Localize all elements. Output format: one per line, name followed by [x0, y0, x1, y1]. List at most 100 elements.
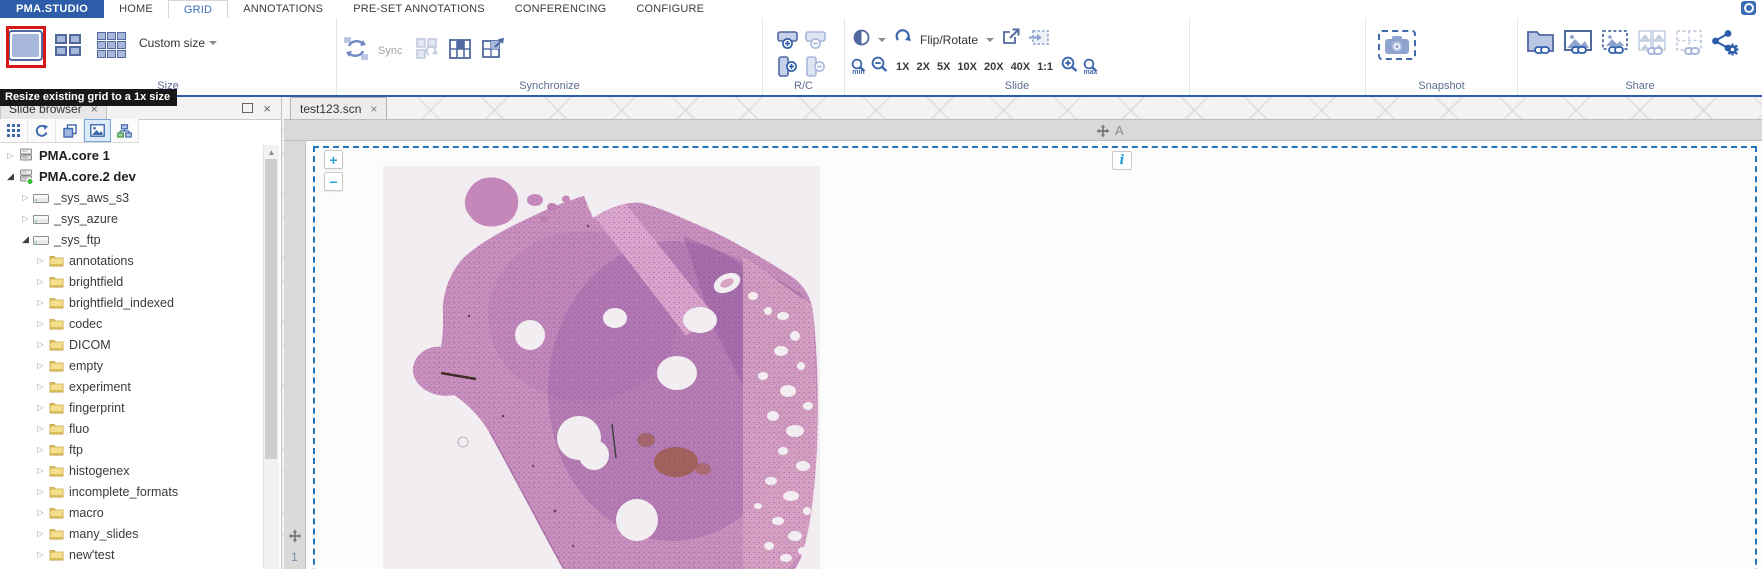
tree-item-empty[interactable]: ▷empty — [0, 355, 263, 376]
expand-arrow-icon[interactable]: ▷ — [34, 445, 47, 454]
expand-arrow-icon[interactable]: ▷ — [34, 298, 47, 307]
expand-arrow-icon[interactable]: ▷ — [19, 214, 32, 223]
close-icon[interactable]: × — [370, 103, 377, 115]
zoom-level-1-1[interactable]: 1:1 — [1037, 61, 1053, 73]
move-icon[interactable] — [288, 529, 302, 543]
zoom-out-button[interactable] — [871, 56, 888, 77]
share-gear-icon[interactable] — [1711, 29, 1739, 61]
zoom-level-5x[interactable]: 5X — [937, 61, 950, 73]
expand-arrow-icon[interactable]: ▷ — [34, 340, 47, 349]
tree-item-new-test[interactable]: ▷new'test — [0, 544, 263, 565]
tab-pma-studio[interactable]: PMA.STUDIO — [0, 0, 104, 18]
grid-3x3-button[interactable] — [92, 26, 130, 64]
tree-item-codec[interactable]: ▷codec — [0, 313, 263, 334]
image-view-button[interactable] — [84, 119, 111, 142]
collapse-arrow-icon[interactable]: ◢ — [19, 234, 32, 245]
expand-arrow-icon[interactable]: ▷ — [34, 466, 47, 475]
grid-column-header[interactable]: A — [284, 119, 1762, 141]
tree-item--sys-aws-s3[interactable]: ▷_sys_aws_s3 — [0, 187, 263, 208]
tab-pre-set-annotations[interactable]: PRE-SET ANNOTATIONS — [338, 0, 500, 18]
grid-export-icon[interactable] — [481, 37, 506, 66]
tab-grid[interactable]: GRID — [168, 0, 228, 18]
tree-item-experiment[interactable]: ▷experiment — [0, 376, 263, 397]
info-button[interactable]: i — [1112, 151, 1132, 170]
sync-arrows-icon[interactable] — [343, 36, 369, 66]
grid-2x2-button[interactable] — [49, 26, 87, 64]
grid-rotate-icon[interactable] — [415, 37, 439, 66]
region-link-icon[interactable] — [1600, 29, 1630, 61]
tree-item--sys-azure[interactable]: ▷_sys_azure — [0, 208, 263, 229]
duplicate-button[interactable] — [56, 119, 84, 142]
contrast-icon[interactable] — [853, 29, 870, 51]
move-icon[interactable] — [1096, 124, 1110, 138]
zoom-level-20x[interactable]: 20X — [984, 61, 1004, 73]
tree-item--sys-ftp[interactable]: ◢_sys_ftp — [0, 229, 263, 250]
add-column-icon[interactable] — [775, 54, 801, 78]
tree-item-dicom[interactable]: ▷DICOM — [0, 334, 263, 355]
zoom-in-button[interactable]: + — [324, 150, 343, 169]
tree-item-incomplete-formats[interactable]: ▷incomplete_formats — [0, 481, 263, 502]
zoom-level-10x[interactable]: 10X — [957, 61, 977, 73]
grid-view-button[interactable] — [0, 119, 28, 142]
expand-arrow-icon[interactable]: ▷ — [34, 508, 47, 517]
tree-item-fingerprint[interactable]: ▷fingerprint — [0, 397, 263, 418]
scrollbar-thumb[interactable] — [265, 159, 277, 459]
refresh-button[interactable] — [28, 119, 56, 142]
expand-arrow-icon[interactable]: ▷ — [34, 403, 47, 412]
tree-item-ftp[interactable]: ▷ftp — [0, 439, 263, 460]
custom-size-dropdown[interactable]: Custom size — [139, 36, 217, 50]
zoom-level-1x[interactable]: 1X — [896, 61, 909, 73]
tree-item-pma-core-2-dev[interactable]: ◢PMA.core.2 dev — [0, 166, 263, 187]
expand-arrow-icon[interactable]: ▷ — [19, 193, 32, 202]
expand-arrow-icon[interactable]: ▷ — [34, 529, 47, 538]
slide-image[interactable] — [383, 166, 820, 569]
scroll-up-icon[interactable]: ▲ — [264, 148, 279, 157]
chevron-down-icon[interactable] — [878, 38, 886, 42]
move-region-icon[interactable] — [1028, 29, 1050, 51]
snapshot-button[interactable] — [1378, 30, 1416, 60]
expand-arrow-icon[interactable]: ▷ — [4, 151, 17, 160]
viewer-tab[interactable]: test123.scn × — [290, 97, 387, 119]
expand-arrow-icon[interactable]: ▷ — [34, 382, 47, 391]
maximize-panel-icon[interactable] — [242, 103, 253, 113]
add-row-icon[interactable] — [775, 28, 801, 52]
zoom-in-button[interactable] — [1061, 56, 1078, 77]
remove-column-icon[interactable] — [803, 54, 829, 78]
tab-home[interactable]: HOME — [104, 0, 168, 18]
collapse-arrow-icon[interactable]: ◢ — [4, 171, 17, 182]
grid-fill-icon[interactable] — [448, 37, 472, 66]
expand-arrow-icon[interactable]: ▷ — [34, 487, 47, 496]
tree-item-macro[interactable]: ▷macro — [0, 502, 263, 523]
folder-link-icon[interactable] — [1526, 29, 1556, 61]
expand-arrow-icon[interactable]: ▷ — [34, 424, 47, 433]
tree-item-fluo[interactable]: ▷fluo — [0, 418, 263, 439]
tree-item-brightfield[interactable]: ▷brightfield — [0, 271, 263, 292]
tree-item-histogenex[interactable]: ▷histogenex — [0, 460, 263, 481]
tab-annotations[interactable]: ANNOTATIONS — [228, 0, 338, 18]
zoom-min-button[interactable]: min — [851, 58, 866, 76]
expand-arrow-icon[interactable]: ▷ — [34, 550, 47, 559]
zoom-level-2x[interactable]: 2X — [916, 61, 929, 73]
help-icon[interactable] — [1741, 1, 1756, 15]
dashed-grid-link-icon[interactable] — [1674, 29, 1704, 61]
expand-arrow-icon[interactable]: ▷ — [34, 256, 47, 265]
close-panel-icon[interactable]: × — [263, 101, 271, 116]
tab-conferencing[interactable]: CONFERENCING — [500, 0, 622, 18]
tree-item-annotations[interactable]: ▷annotations — [0, 250, 263, 271]
expand-arrow-icon[interactable]: ▷ — [34, 277, 47, 286]
chevron-down-icon[interactable] — [986, 38, 994, 42]
zoom-out-button[interactable]: − — [324, 172, 343, 191]
image-link-icon[interactable] — [1563, 29, 1593, 61]
remove-row-icon[interactable] — [803, 28, 829, 52]
rotate-icon[interactable] — [894, 28, 912, 51]
tree-item-brightfield-indexed[interactable]: ▷brightfield_indexed — [0, 292, 263, 313]
expand-arrow-icon[interactable]: ▷ — [34, 319, 47, 328]
server-tree-button[interactable] — [111, 119, 139, 142]
expand-arrow-icon[interactable]: ▷ — [34, 361, 47, 370]
tree-item-pma-core-1[interactable]: ▷PMA.core 1 — [0, 145, 263, 166]
zoom-level-40x[interactable]: 40X — [1011, 61, 1031, 73]
viewer-canvas[interactable]: + − i — [306, 141, 1762, 569]
tree-item-many-slides[interactable]: ▷many_slides — [0, 523, 263, 544]
zoom-max-button[interactable]: max — [1083, 58, 1098, 76]
external-link-icon[interactable] — [1002, 28, 1020, 51]
